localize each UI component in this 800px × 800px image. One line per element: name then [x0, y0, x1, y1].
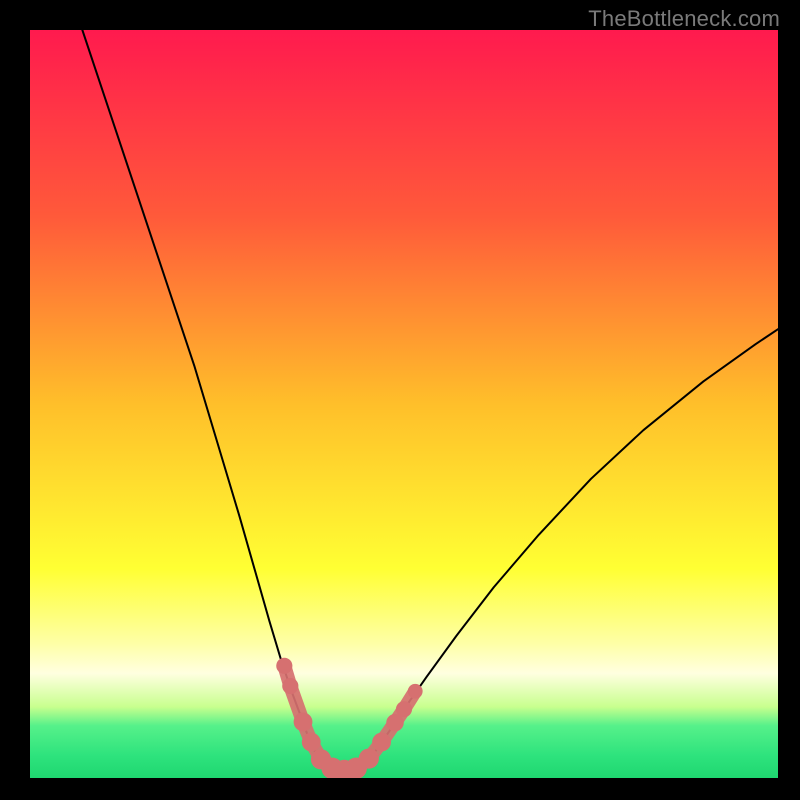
- marker-point: [359, 748, 379, 768]
- chart-svg: [30, 30, 778, 778]
- marker-point: [302, 733, 321, 752]
- marker-point: [276, 658, 292, 674]
- marker-point: [282, 678, 298, 694]
- plot-area: [30, 30, 778, 778]
- marker-point: [372, 733, 391, 752]
- marker-point: [408, 684, 423, 699]
- gradient-background: [30, 30, 778, 778]
- chart-frame: TheBottleneck.com: [0, 0, 800, 800]
- marker-point: [294, 712, 313, 731]
- marker-point: [396, 701, 412, 717]
- watermark-text: TheBottleneck.com: [588, 6, 780, 32]
